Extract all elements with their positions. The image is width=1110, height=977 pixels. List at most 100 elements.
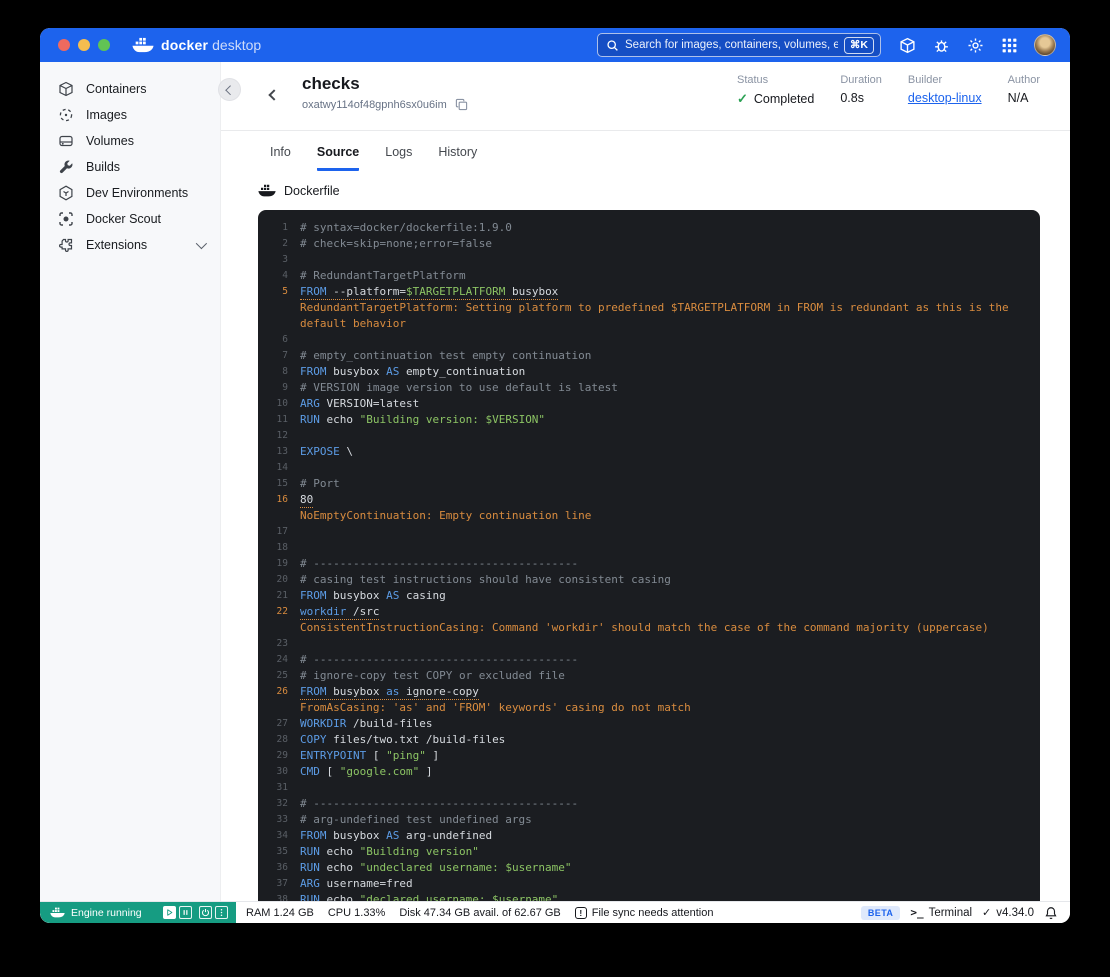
box-stack-icon[interactable] bbox=[899, 37, 916, 54]
meta-duration: Duration 0.8s bbox=[840, 74, 882, 107]
tab-logs[interactable]: Logs bbox=[385, 145, 412, 171]
code-line: 1 # syntax=docker/dockerfile:1.9.0 bbox=[266, 220, 1026, 236]
copy-icon[interactable] bbox=[455, 98, 468, 111]
tab-info[interactable]: Info bbox=[270, 145, 291, 171]
global-search[interactable]: ⌘K bbox=[597, 33, 881, 57]
grid-icon[interactable] bbox=[1001, 37, 1018, 54]
line-number: 33 bbox=[276, 814, 288, 825]
meta-value: N/A bbox=[1007, 91, 1029, 105]
line-number: 28 bbox=[276, 734, 288, 745]
sidebar-item-builds[interactable]: Builds bbox=[40, 154, 220, 180]
code-line: 5 FROM --platform=$TARGETPLATFORM busybox bbox=[266, 284, 1026, 300]
sidebar-item-docker-scout[interactable]: Docker Scout bbox=[40, 206, 220, 232]
sidebar-item-extensions[interactable]: Extensions bbox=[40, 232, 220, 258]
code-line: 24 # ------------------------------------… bbox=[266, 652, 1026, 668]
pause-engine-button[interactable] bbox=[179, 906, 192, 919]
line-number: 32 bbox=[276, 798, 288, 809]
search-input[interactable] bbox=[625, 39, 838, 51]
back-button[interactable] bbox=[265, 86, 283, 104]
dockerfile-row: Dockerfile bbox=[258, 184, 1070, 198]
code-line: 7 # empty_continuation test empty continu… bbox=[266, 348, 1026, 364]
beta-badge: BETA bbox=[860, 905, 901, 920]
line-number: 34 bbox=[276, 830, 288, 841]
dockerfile-source-viewer[interactable]: 1 # syntax=docker/dockerfile:1.9.0 2 # chec… bbox=[258, 210, 1040, 901]
line-number: 9 bbox=[282, 382, 288, 393]
title-wrap: checks oxatwy114of48gpnh6sx0u6im bbox=[302, 74, 468, 111]
terminal-button[interactable]: >_ Terminal bbox=[910, 906, 972, 919]
resource-stats: RAM 1.24 GB CPU 1.33% Disk 47.34 GB avai… bbox=[246, 906, 713, 919]
code-line: 17 bbox=[266, 524, 1026, 540]
kebab-engine-button[interactable] bbox=[215, 906, 228, 919]
meta-value: ✓ Completed bbox=[736, 91, 815, 106]
line-number: 29 bbox=[276, 750, 288, 761]
bug-icon[interactable] bbox=[933, 37, 950, 54]
close-button[interactable] bbox=[58, 39, 70, 51]
content-area: checks oxatwy114of48gpnh6sx0u6im Status ✓… bbox=[221, 62, 1070, 901]
line-number: 24 bbox=[276, 654, 288, 665]
tab-bar: Info Source Logs History bbox=[221, 131, 1070, 171]
minimize-button[interactable] bbox=[78, 39, 90, 51]
chevron-left-icon bbox=[225, 85, 236, 96]
code-line: 18 bbox=[266, 540, 1026, 556]
gear-icon[interactable] bbox=[967, 37, 984, 54]
line-number: 10 bbox=[276, 398, 288, 409]
code-line: 3 bbox=[266, 252, 1026, 268]
line-number: 14 bbox=[276, 462, 288, 473]
line-number: 15 bbox=[276, 478, 288, 489]
meta-author: Author N/A bbox=[1008, 74, 1040, 107]
sidebar-item-label: Docker Scout bbox=[86, 212, 162, 226]
power-engine-button[interactable] bbox=[199, 906, 212, 919]
line-number: 30 bbox=[276, 766, 288, 777]
code-line: 32 # ------------------------------------… bbox=[266, 796, 1026, 812]
play-engine-button[interactable] bbox=[163, 906, 176, 919]
sidebar-item-containers[interactable]: Containers bbox=[40, 76, 220, 102]
sidebar-item-volumes[interactable]: Volumes bbox=[40, 128, 220, 154]
tab-source[interactable]: Source bbox=[316, 145, 360, 171]
line-number: 7 bbox=[282, 350, 288, 361]
sidebar-collapse-button[interactable] bbox=[218, 78, 241, 101]
sidebar-item-dev-environments[interactable]: Dev Environments bbox=[40, 180, 220, 206]
engine-status-label: Engine running bbox=[71, 906, 142, 919]
docker-whale-icon bbox=[132, 37, 154, 54]
line-number: 31 bbox=[276, 782, 288, 793]
meta-label: Status bbox=[736, 74, 769, 86]
zoom-button[interactable] bbox=[98, 39, 110, 51]
tab-history[interactable]: History bbox=[438, 145, 477, 171]
line-number: 35 bbox=[276, 846, 288, 857]
line-number: 1 bbox=[282, 222, 288, 233]
avatar[interactable] bbox=[1034, 34, 1056, 56]
meta-value[interactable]: desktop-linux bbox=[908, 91, 982, 105]
line-number: 17 bbox=[276, 526, 288, 537]
docker-scout-icon bbox=[58, 211, 74, 227]
line-number: 16 bbox=[276, 494, 288, 505]
line-number: 5 bbox=[282, 286, 288, 297]
line-number: 3 bbox=[282, 254, 288, 265]
code-line: 33 # arg-undefined test undefined args bbox=[266, 812, 1026, 828]
line-number: 27 bbox=[276, 718, 288, 729]
code-line: 16 80 bbox=[266, 492, 1026, 508]
line-number: 37 bbox=[276, 878, 288, 889]
search-shortcut-badge: ⌘K bbox=[843, 36, 874, 54]
engine-status: Engine running bbox=[40, 902, 236, 923]
file-sync-warning[interactable]: ! File sync needs attention bbox=[574, 906, 713, 919]
line-number: 22 bbox=[276, 606, 288, 617]
code-line: 15 # Port bbox=[266, 476, 1026, 492]
sidebar-item-label: Builds bbox=[86, 160, 121, 174]
code-line: 37 ARG username=fred bbox=[266, 876, 1026, 892]
meta-label: Duration bbox=[840, 74, 882, 86]
check-icon: ✓ bbox=[736, 91, 748, 106]
sidebar-item-images[interactable]: Images bbox=[40, 102, 220, 128]
code-line: 21 FROM busybox AS casing bbox=[266, 588, 1026, 604]
desktop-background: docker desktop ⌘K Containers Images Volume… bbox=[0, 0, 1110, 977]
bell-icon[interactable] bbox=[1044, 906, 1058, 920]
lint-warning: RedundantTargetPlatform: Setting platfor… bbox=[300, 301, 1016, 330]
ram-usage: RAM 1.24 GB bbox=[246, 906, 314, 919]
code-line: 9 # VERSION image version to use default … bbox=[266, 380, 1026, 396]
search-icon bbox=[607, 39, 618, 51]
line-number: 12 bbox=[276, 430, 288, 441]
chevron-down-icon bbox=[195, 237, 208, 250]
lint-warning: NoEmptyContinuation: Empty continuation … bbox=[300, 509, 592, 522]
topbar-icons bbox=[899, 37, 1018, 54]
code-line: 2 # check=skip=none;error=false bbox=[266, 236, 1026, 252]
code-line: 34 FROM busybox AS arg-undefined bbox=[266, 828, 1026, 844]
